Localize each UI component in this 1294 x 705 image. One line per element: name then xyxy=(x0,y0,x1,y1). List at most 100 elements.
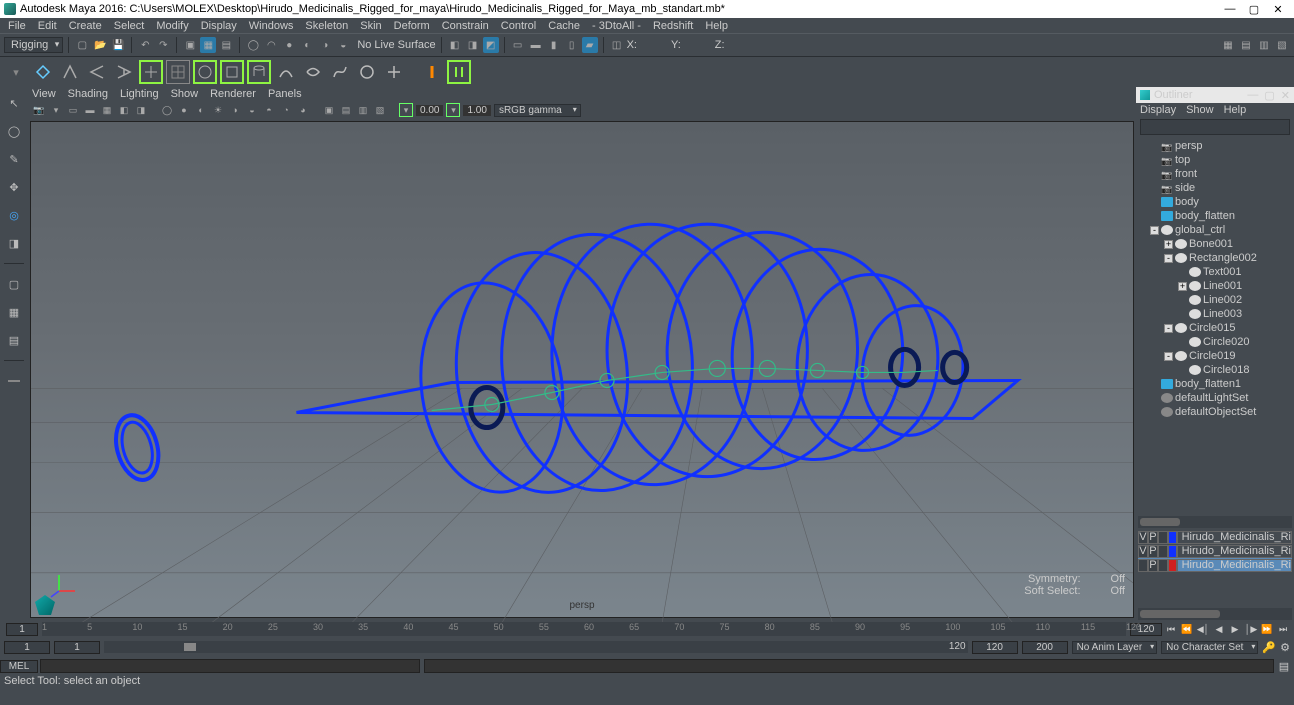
panel-menu-shading[interactable]: Shading xyxy=(68,88,108,100)
layout-four-icon[interactable]: ▦ xyxy=(2,300,26,324)
menu-display[interactable]: Display xyxy=(195,20,243,32)
range-slider[interactable]: 120 xyxy=(104,641,968,653)
undo-icon[interactable]: ↶ xyxy=(137,37,153,53)
outliner-menu-display[interactable]: Display xyxy=(1140,104,1176,116)
panel-grid-icon[interactable]: ▦ xyxy=(100,103,114,117)
outliner-node[interactable]: Text001 xyxy=(1136,265,1294,279)
panel-menu-panels[interactable]: Panels xyxy=(268,88,302,100)
layer-color-swatch[interactable] xyxy=(1168,545,1177,558)
layer-hscrollbar[interactable] xyxy=(1138,608,1292,620)
render-frame-icon[interactable]: ▭ xyxy=(510,37,526,53)
layer-row[interactable]: VPHirudo_Medicinalis_Ri xyxy=(1138,530,1292,544)
outliner-node[interactable]: side xyxy=(1136,181,1294,195)
select-object-icon[interactable]: ▣ xyxy=(182,37,198,53)
outliner-min-button[interactable]: — xyxy=(1247,89,1258,102)
menu-skeleton[interactable]: Skeleton xyxy=(299,20,354,32)
shelf-curve-3-icon[interactable] xyxy=(328,60,352,84)
exposure-field[interactable]: 0.00 xyxy=(416,105,443,116)
layer-row[interactable]: VPHirudo_Medicinalis_Ri xyxy=(1138,544,1292,558)
shading-aa-icon[interactable]: ◕ xyxy=(296,103,310,117)
history-off-icon[interactable]: ◨ xyxy=(465,37,481,53)
shelf-orange-1-icon[interactable] xyxy=(420,60,444,84)
snap-plane-icon[interactable]: ◐ xyxy=(299,37,315,53)
isolate-icon[interactable]: ▣ xyxy=(322,103,336,117)
construction-history-icon[interactable]: ◩ xyxy=(483,37,499,53)
shading-motion-icon[interactable]: ◓ xyxy=(262,103,276,117)
layer-p-toggle[interactable]: P xyxy=(1148,531,1158,544)
menu-select[interactable]: Select xyxy=(108,20,151,32)
shelf-cube-icon[interactable] xyxy=(220,60,244,84)
outliner-menu-help[interactable]: Help xyxy=(1224,104,1247,116)
shading-ao-icon[interactable]: ◒ xyxy=(245,103,259,117)
layout-2-icon[interactable]: ▤ xyxy=(1238,37,1254,53)
save-scene-icon[interactable]: 💾 xyxy=(110,37,126,53)
history-on-icon[interactable]: ◧ xyxy=(447,37,463,53)
outliner-node[interactable]: +Line001 xyxy=(1136,279,1294,293)
outliner-menu-show[interactable]: Show xyxy=(1186,104,1214,116)
shelf-tool-2-icon[interactable] xyxy=(58,60,82,84)
module-selector[interactable]: Rigging xyxy=(4,37,63,53)
menu-cache[interactable]: Cache xyxy=(542,20,586,32)
select-hierarchy-icon[interactable]: ▤ xyxy=(218,37,234,53)
menu-control[interactable]: Control xyxy=(495,20,542,32)
new-scene-icon[interactable]: ▢ xyxy=(74,37,90,53)
expand-toggle[interactable]: - xyxy=(1164,352,1173,361)
menu-help[interactable]: Help xyxy=(699,20,734,32)
shelf-green-arrows-icon[interactable] xyxy=(447,60,471,84)
exposure-low-icon[interactable]: ▾ xyxy=(399,103,413,117)
snap-grid-icon[interactable]: ◯ xyxy=(245,37,261,53)
shading-light-icon[interactable]: ☀ xyxy=(211,103,225,117)
collapse-icon[interactable] xyxy=(2,369,26,393)
outliner-node[interactable]: -Circle015 xyxy=(1136,321,1294,335)
goto-end-button[interactable]: ⏭ xyxy=(1276,622,1290,636)
xyz-toggle-icon[interactable]: ◫ xyxy=(609,37,625,53)
shelf-box-green-1-icon[interactable] xyxy=(139,60,163,84)
open-scene-icon[interactable]: 📂 xyxy=(92,37,108,53)
outliner-node[interactable]: persp xyxy=(1136,139,1294,153)
menu-skin[interactable]: Skin xyxy=(354,20,387,32)
snap-curve-icon[interactable]: ◠ xyxy=(263,37,279,53)
outliner-node[interactable]: +Bone001 xyxy=(1136,237,1294,251)
outliner-node[interactable]: -Rectangle002 xyxy=(1136,251,1294,265)
hypershade-icon[interactable]: ▰ xyxy=(582,37,598,53)
time-ruler[interactable]: 1510152025303540455055606570758085909510… xyxy=(42,622,1126,636)
shading-shadow-icon[interactable]: ◑ xyxy=(228,103,242,117)
gamma-low-icon[interactable]: ▾ xyxy=(446,103,460,117)
time-slider[interactable]: 1 15101520253035404550556065707580859095… xyxy=(0,620,1294,638)
layer-row[interactable]: PHirudo_Medicinalis_Ri xyxy=(1138,558,1292,572)
expand-toggle[interactable]: - xyxy=(1164,254,1173,263)
range-inner-end-field[interactable]: 120 xyxy=(972,641,1018,654)
outliner-max-button[interactable]: ▢ xyxy=(1264,89,1274,102)
persp-viewport[interactable]: persp Symmetry:Off Soft Select:Off xyxy=(30,121,1134,618)
layer-v-toggle[interactable]: V xyxy=(1138,531,1148,544)
snap-view-icon[interactable]: ◒ xyxy=(335,37,351,53)
step-fwd-button[interactable]: │▶ xyxy=(1244,622,1258,636)
layer-color-swatch[interactable] xyxy=(1168,559,1177,572)
outliner-node[interactable]: body xyxy=(1136,195,1294,209)
menu-windows[interactable]: Windows xyxy=(243,20,300,32)
shelf-curve-1-icon[interactable] xyxy=(274,60,298,84)
render-view-icon[interactable]: ▯ xyxy=(564,37,580,53)
outliner-close-button[interactable]: ✕ xyxy=(1281,89,1290,102)
outliner-tree[interactable]: persptopfrontsidebodybody_flatten-global… xyxy=(1136,137,1294,516)
menu-create[interactable]: Create xyxy=(63,20,108,32)
render-settings-icon[interactable]: ▮ xyxy=(546,37,562,53)
layer-color-swatch[interactable] xyxy=(1168,531,1177,544)
play-fwd-button[interactable]: ▶ xyxy=(1228,622,1242,636)
minimize-button[interactable]: — xyxy=(1218,3,1242,15)
shelf-curve-5-icon[interactable] xyxy=(382,60,406,84)
lasso-tool-icon[interactable]: ◯ xyxy=(2,119,26,143)
snap-live-icon[interactable]: ◑ xyxy=(317,37,333,53)
panel-menu-lighting[interactable]: Lighting xyxy=(120,88,159,100)
xray-icon[interactable]: ▤ xyxy=(339,103,353,117)
step-back-key-button[interactable]: ⏪ xyxy=(1180,622,1194,636)
panel-menu-show[interactable]: Show xyxy=(171,88,199,100)
layer-p-toggle[interactable]: P xyxy=(1148,545,1158,558)
current-frame-field[interactable]: 1 xyxy=(6,623,38,636)
range-start-field[interactable]: 1 xyxy=(4,641,50,654)
goto-start-button[interactable]: ⏮ xyxy=(1164,622,1178,636)
outliner-node[interactable]: Circle020 xyxy=(1136,335,1294,349)
panel-cam-icon[interactable]: 📷 xyxy=(32,103,46,117)
panel-menu-view[interactable]: View xyxy=(32,88,56,100)
script-lang-button[interactable]: MEL xyxy=(0,660,38,673)
